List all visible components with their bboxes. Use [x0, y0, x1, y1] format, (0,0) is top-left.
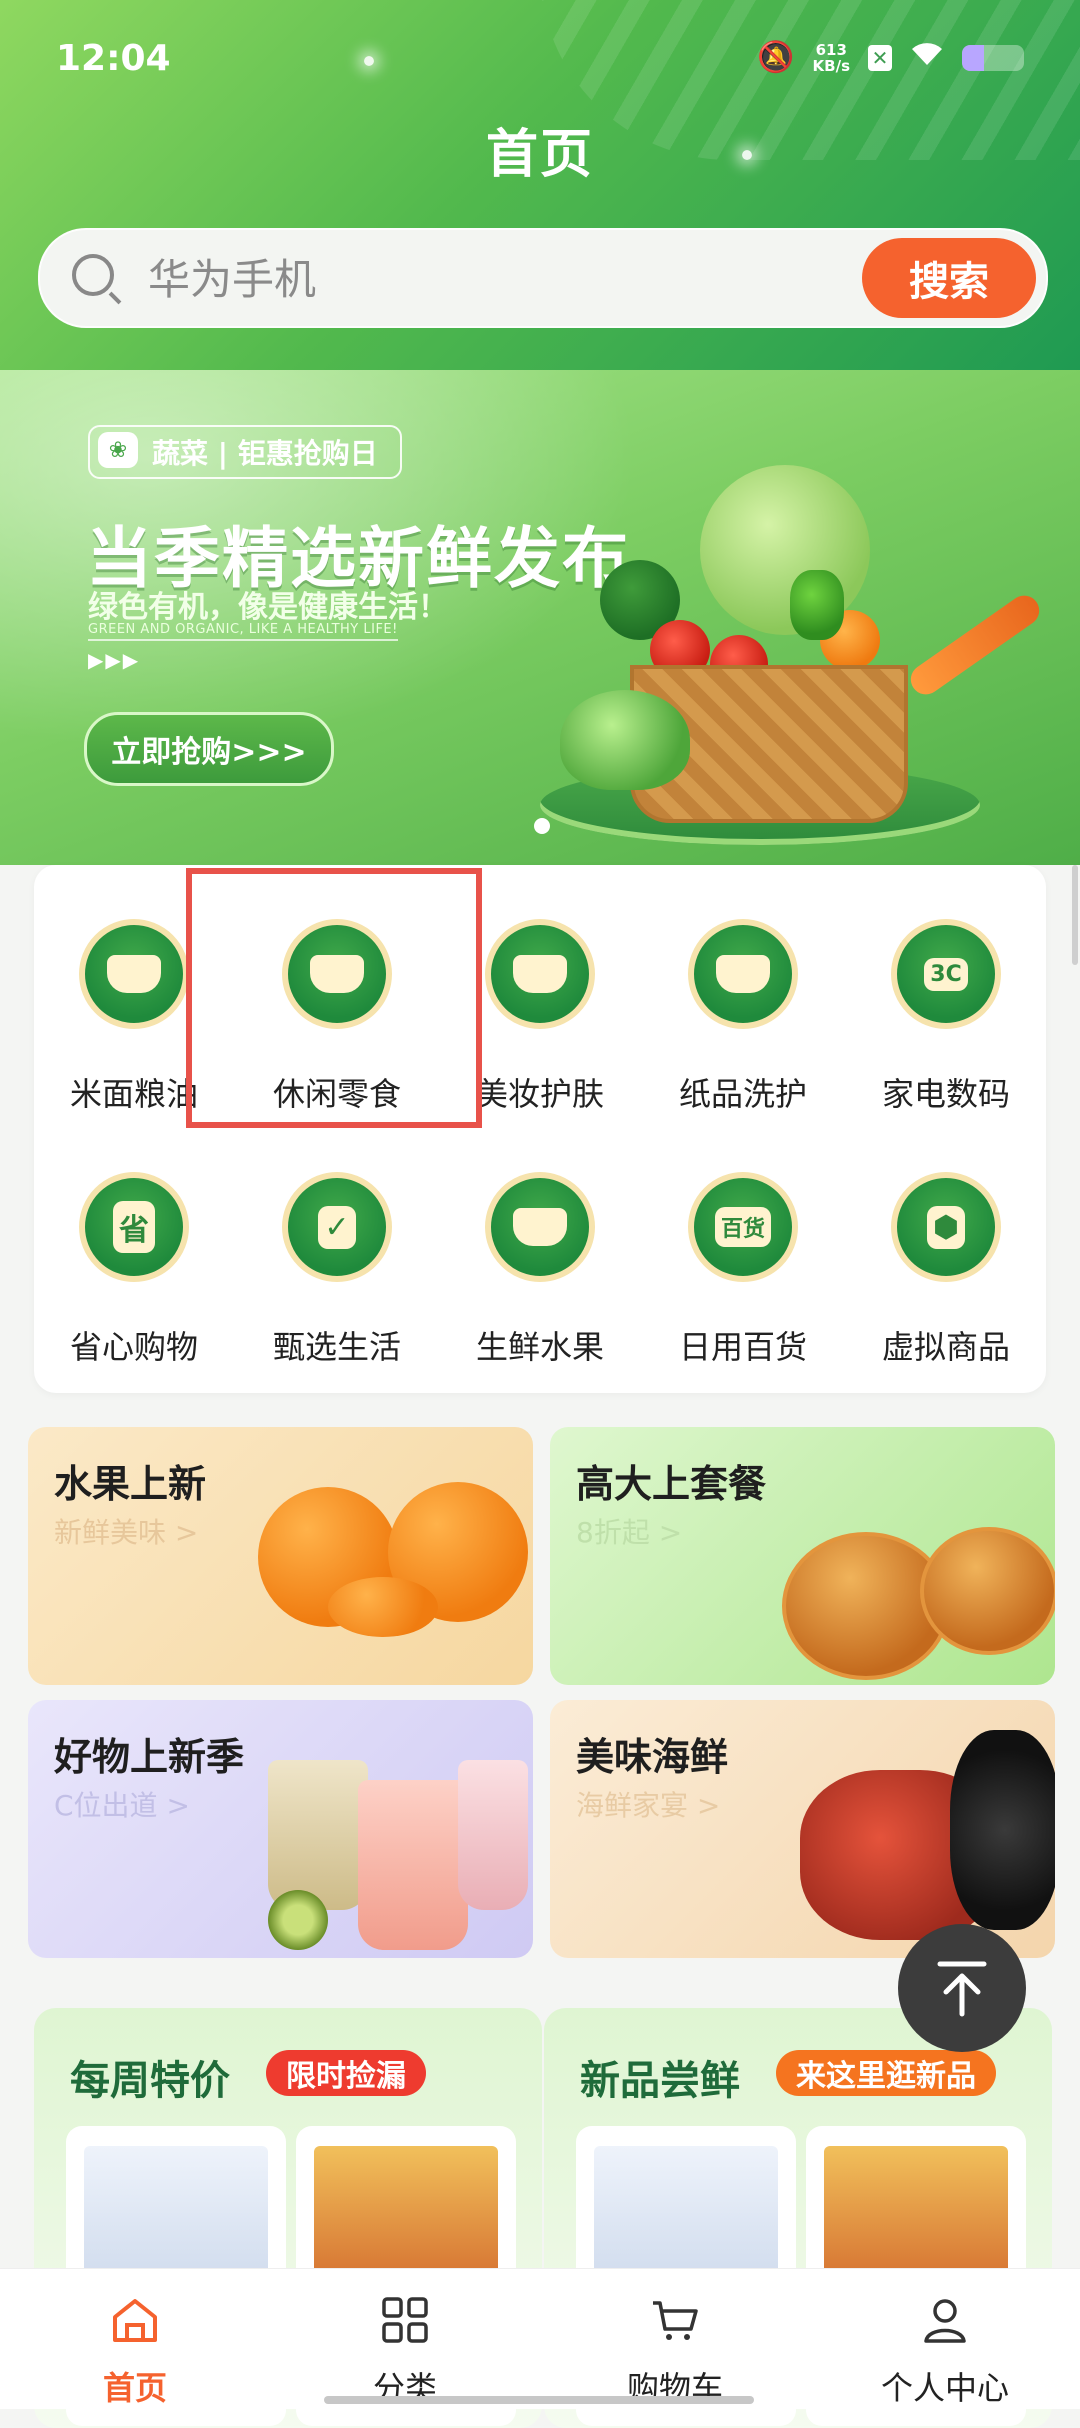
promo-title: 高大上套餐	[576, 1462, 767, 1506]
page-title: 首页	[485, 125, 594, 185]
category-item[interactable]: 3C 家电数码	[846, 879, 1046, 1113]
3c-icon: 3C	[891, 919, 1001, 1029]
category-glyph-shape	[107, 955, 161, 993]
category-glyph: 省	[113, 1201, 155, 1253]
orange-slices-image	[328, 1577, 438, 1637]
category-label: 甄选生活	[272, 1328, 401, 1366]
category-glyph: ⬢	[926, 1205, 966, 1249]
promo-tile-seafood[interactable]: 美味海鲜 海鲜家宴 >	[550, 1700, 1055, 1958]
promo-title: 美味海鲜	[576, 1735, 729, 1779]
bag-icon: 百货	[688, 1172, 798, 1282]
search-icon	[72, 254, 114, 296]
search-bar[interactable]: 搜索	[38, 228, 1048, 328]
mooncake-image	[920, 1527, 1055, 1655]
search-button[interactable]: 搜索	[862, 238, 1036, 318]
category-glyph-shape	[513, 955, 567, 993]
header: 12:04 🔕 613 KB/s ✕ 首页 搜索	[0, 0, 1080, 370]
promo-title: 水果上新	[54, 1462, 207, 1506]
x-app-icon: ✕	[868, 44, 892, 71]
mute-bell-icon: 🔕	[757, 40, 795, 75]
smoothie-cup-image	[268, 1760, 368, 1910]
category-item[interactable]: 百货 日用百货	[643, 1132, 843, 1366]
cart-icon	[653, 2301, 698, 2340]
banner-tag-text: 蔬菜 | 钜惠抢购日	[152, 437, 378, 470]
vegetable-logo-icon: ❀	[98, 432, 138, 468]
scrollbar[interactable]	[1072, 865, 1078, 965]
status-icons: 🔕 613 KB/s ✕	[757, 40, 1024, 75]
pepper-illustration	[790, 570, 844, 640]
arrow-up-icon	[937, 1961, 987, 2017]
promo-subtitle: C位出道 >	[54, 1789, 190, 1822]
status-bar: 12:04 🔕 613 KB/s ✕	[0, 0, 1080, 120]
promo-title: 好物上新季	[54, 1735, 245, 1779]
network-speed-unit: KB/s	[812, 56, 850, 75]
highlight-box	[186, 868, 482, 1128]
feature-badge: 来这里逛新品	[776, 2050, 996, 2096]
category-label: 家电数码	[881, 1075, 1010, 1113]
buy-now-button[interactable]: 立即抢购>>>	[84, 712, 334, 786]
category-glyph-shape	[716, 955, 770, 993]
category-label: 日用百货	[678, 1328, 807, 1366]
check-basket-icon: ✓	[282, 1172, 392, 1282]
category-glyph: 3C	[924, 957, 968, 991]
lobster-image	[950, 1730, 1055, 1930]
category-label: 生鲜水果	[475, 1328, 604, 1366]
category-item[interactable]: 省省心购物	[34, 1132, 234, 1366]
banner-subtitle-en: GREEN AND ORGANIC, LIKE A HEALTHY LIFE!	[88, 622, 398, 641]
tab-home[interactable]: 首页	[0, 2269, 270, 2409]
carrot-illustration	[904, 589, 1046, 701]
banner-subtitle: 绿色有机，像是健康生活！	[88, 590, 448, 625]
promo-tile-new-season[interactable]: 好物上新季 C位出道 >	[28, 1700, 533, 1958]
network-speed: 613 KB/s	[813, 42, 850, 74]
wifi-icon	[910, 40, 944, 75]
status-time: 12:04	[56, 38, 171, 79]
back-to-top-button[interactable]	[898, 1924, 1026, 2052]
tab-category[interactable]: 分类	[270, 2269, 540, 2409]
category-glyph: ✓	[318, 1205, 356, 1249]
tab-cart[interactable]: 购物车	[540, 2269, 810, 2409]
category-item[interactable]: ✓ 甄选生活	[237, 1132, 437, 1366]
bok-choy-illustration	[560, 690, 690, 790]
category-item[interactable]: ⬢ 虚拟商品	[846, 1132, 1046, 1366]
promo-subtitle: 8折起 >	[576, 1516, 683, 1549]
bottom-tab-bar: 首页 分类 购物车 个人中心	[0, 2268, 1080, 2409]
category-label: 省心购物	[69, 1328, 198, 1366]
category-label: 虚拟商品	[881, 1328, 1010, 1366]
fresh-basket-icon	[485, 1172, 595, 1282]
feature-badge: 限时捡漏	[266, 2050, 426, 2096]
box-icon: ⬢	[891, 1172, 1001, 1282]
carousel-indicator[interactable]	[534, 818, 550, 834]
cosmetics-icon	[485, 919, 595, 1029]
kiwi-image	[268, 1890, 328, 1950]
home-indicator[interactable]	[324, 2396, 754, 2404]
smoothie-cup-image	[358, 1780, 468, 1950]
tab-label: 首页	[102, 2369, 167, 2407]
banner-tag: ❀ 蔬菜 | 钜惠抢购日	[88, 425, 402, 479]
network-speed-value: 613	[815, 40, 847, 59]
smoothie-cup-image	[458, 1760, 528, 1910]
feature-title: 每周特价	[70, 2058, 230, 2104]
promo-tile-fruit[interactable]: 水果上新 新鲜美味 >	[28, 1427, 533, 1685]
promo-tile-set-meal[interactable]: 高大上套餐 8折起 >	[550, 1427, 1055, 1685]
save-icon: 省	[79, 1172, 189, 1282]
battery-icon	[962, 44, 1024, 71]
tissue-icon	[688, 919, 798, 1029]
category-label: 纸品洗护	[678, 1075, 807, 1113]
search-input[interactable]	[146, 248, 850, 310]
category-item[interactable]: 生鲜水果	[440, 1132, 640, 1366]
promo-subtitle: 新鲜美味 >	[54, 1516, 199, 1549]
tab-label: 个人中心	[880, 2369, 1009, 2407]
category-glyph-shape	[513, 1208, 567, 1246]
promo-subtitle: 海鲜家宴 >	[576, 1789, 721, 1822]
category-glyph: 百货	[714, 1207, 771, 1247]
feature-title: 新品尝鲜	[580, 2058, 740, 2104]
promo-banner[interactable]: ❀ 蔬菜 | 钜惠抢购日 当季精选新鲜发布 绿色有机，像是健康生活！ GREEN…	[0, 370, 1080, 865]
banner-arrows: ▶▶▶	[88, 648, 141, 672]
rice-bowl-icon	[79, 919, 189, 1029]
home-icon	[113, 2299, 157, 2342]
tab-profile[interactable]: 个人中心	[810, 2269, 1080, 2409]
category-item[interactable]: 纸品洗护	[643, 879, 843, 1113]
user-icon	[924, 2299, 966, 2343]
grid-icon	[382, 2297, 428, 2343]
